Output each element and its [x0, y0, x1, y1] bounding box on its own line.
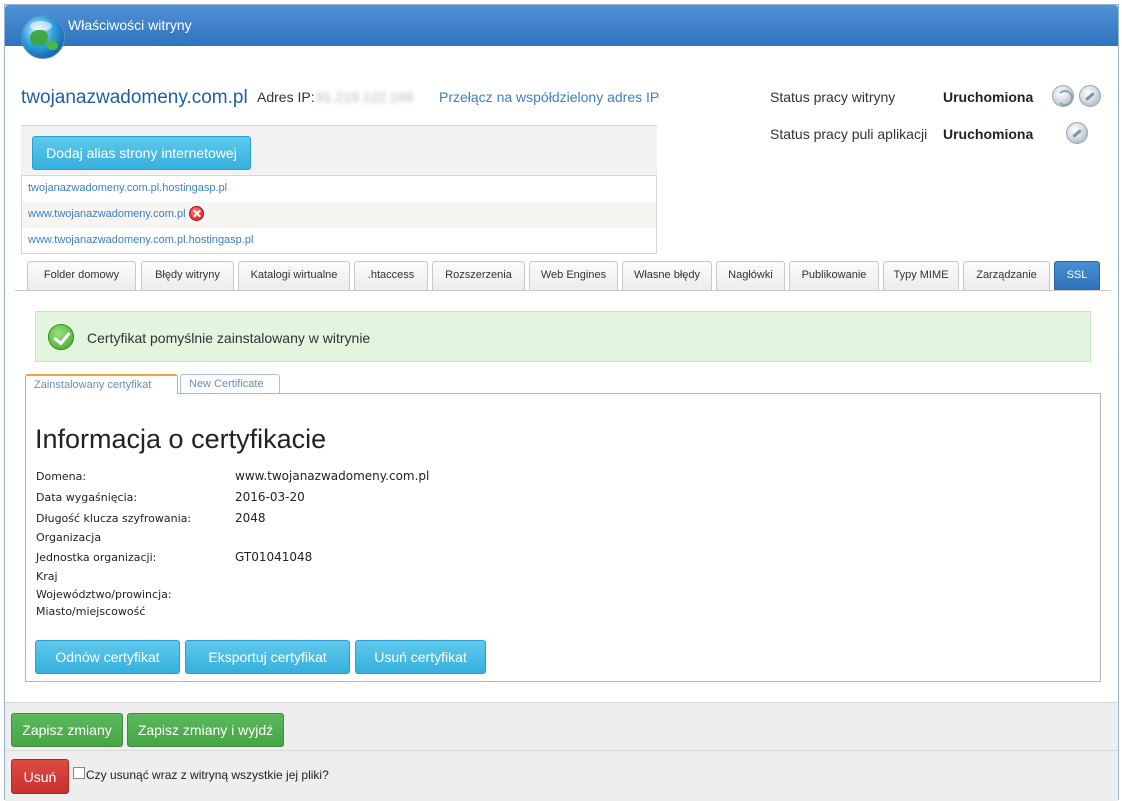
certificate-title: Informacja o certyfikacie — [35, 424, 327, 454]
pool-stop-icon[interactable] — [1066, 122, 1088, 144]
tab-bledy-witryny[interactable]: Błędy witryny — [141, 261, 234, 290]
footer-divider — [5, 750, 1118, 751]
alert-message: Certyfikat pomyślnie zainstalowany w wit… — [87, 330, 371, 346]
key-length-value: 2048 — [235, 511, 266, 525]
org-unit-value: GT01041048 — [235, 550, 313, 564]
city-label: Miasto/miejscowość — [36, 605, 146, 618]
province-label: Województwo/prowincja: — [36, 588, 172, 601]
ip-label: Adres IP: — [257, 89, 315, 105]
check-icon — [48, 324, 74, 350]
expiry-value: 2016-03-20 — [235, 490, 305, 504]
tab-typy-mime[interactable]: Typy MIME — [883, 261, 959, 290]
delete-certificate-button[interactable]: Usuń certyfikat — [355, 640, 486, 674]
tab-publikowanie[interactable]: Publikowanie — [789, 261, 879, 290]
tab-rozszerzenia[interactable]: Rozszerzenia — [432, 261, 525, 290]
domain-label: Domena: — [36, 470, 87, 483]
window-title: Właściwości witryny — [68, 17, 192, 33]
save-button[interactable]: Zapisz zmiany — [11, 713, 123, 747]
list-item[interactable]: twojanazwadomeny.com.pl.hostingasp.pl — [22, 176, 656, 202]
country-label: Kraj — [36, 570, 58, 583]
alias-panel: Dodaj alias strony internetowej — [21, 125, 657, 175]
title-bar: Właściwości witryny — [5, 5, 1118, 46]
pool-status-label: Status pracy puli aplikacji — [770, 126, 928, 142]
switch-shared-ip-link[interactable]: Przełącz na współdzielony adres IP — [439, 89, 659, 105]
tab-zarzadzanie[interactable]: Zarządzanie — [963, 261, 1050, 290]
site-status-value: Uruchomiona — [943, 89, 1034, 105]
subtab-new-certificate[interactable]: New Certificate — [180, 374, 280, 394]
delete-files-checkbox[interactable] — [73, 767, 85, 779]
stop-icon[interactable] — [1079, 85, 1101, 107]
list-item[interactable]: www.twojanazwadomeny.com.pl.hostingasp.p… — [22, 228, 656, 254]
tab-bar: Folder domowy Błędy witryny Katalogi wir… — [15, 261, 1111, 291]
save-and-exit-button[interactable]: Zapisz zmiany i wyjdź — [127, 713, 284, 747]
expiry-label: Data wygaśnięcia: — [36, 491, 138, 504]
site-status-label: Status pracy witryny — [770, 89, 896, 105]
tab-web-engines[interactable]: Web Engines — [529, 261, 618, 290]
restart-icon[interactable] — [1052, 85, 1074, 107]
alias-link[interactable]: twojanazwadomeny.com.pl.hostingasp.pl — [28, 182, 227, 194]
domain-value: www.twojanazwadomeny.com.pl — [235, 469, 430, 483]
footer-bar: Zapisz zmiany Zapisz zmiany i wyjdź Usuń… — [5, 702, 1118, 801]
certificate-panel: Informacja o certyfikacie Domena: www.tw… — [25, 393, 1101, 682]
alias-list: twojanazwadomeny.com.pl.hostingasp.pl ww… — [21, 175, 657, 254]
success-alert: Certyfikat pomyślnie zainstalowany w wit… — [35, 311, 1091, 362]
key-length-label: Długość klucza szyfrowania: — [36, 512, 192, 525]
org-unit-label: Jednostka organizacji: — [36, 551, 157, 564]
export-certificate-button[interactable]: Eksportuj certyfikat — [185, 640, 350, 674]
remove-alias-icon[interactable] — [188, 205, 204, 221]
add-alias-button[interactable]: Dodaj alias strony internetowej — [32, 136, 251, 170]
tab-wlasne-bledy[interactable]: Własne błędy — [622, 261, 712, 290]
renew-certificate-button[interactable]: Odnów certyfikat — [35, 640, 180, 674]
alias-link[interactable]: www.twojanazwadomeny.com.pl.hostingasp.p… — [28, 234, 253, 246]
tab-katalogi-wirtualne[interactable]: Katalogi wirtualne — [238, 261, 350, 290]
subtab-installed-certificate[interactable]: Zainstalowany certyfikat — [25, 374, 178, 394]
ip-value: 91.219.122.169 — [316, 89, 414, 105]
tab-htaccess[interactable]: .htaccess — [354, 261, 428, 290]
tab-folder-domowy[interactable]: Folder domowy — [27, 261, 136, 290]
organization-label: Organizacja — [36, 531, 102, 544]
globe-icon — [21, 15, 65, 59]
site-properties-window: Właściwości witryny twojanazwadomeny.com… — [4, 4, 1119, 801]
pool-status-value: Uruchomiona — [943, 126, 1034, 142]
delete-site-button[interactable]: Usuń — [11, 759, 69, 794]
tab-ssl[interactable]: SSL — [1054, 261, 1100, 290]
delete-files-label: Czy usunąć wraz z witryną wszystkie jej … — [86, 768, 329, 782]
site-domain: twojanazwadomeny.com.pl — [21, 87, 248, 108]
tab-naglowki[interactable]: Nagłówki — [716, 261, 785, 290]
list-item[interactable]: www.twojanazwadomeny.com.pl — [22, 202, 656, 228]
alias-link[interactable]: www.twojanazwadomeny.com.pl — [28, 208, 186, 220]
